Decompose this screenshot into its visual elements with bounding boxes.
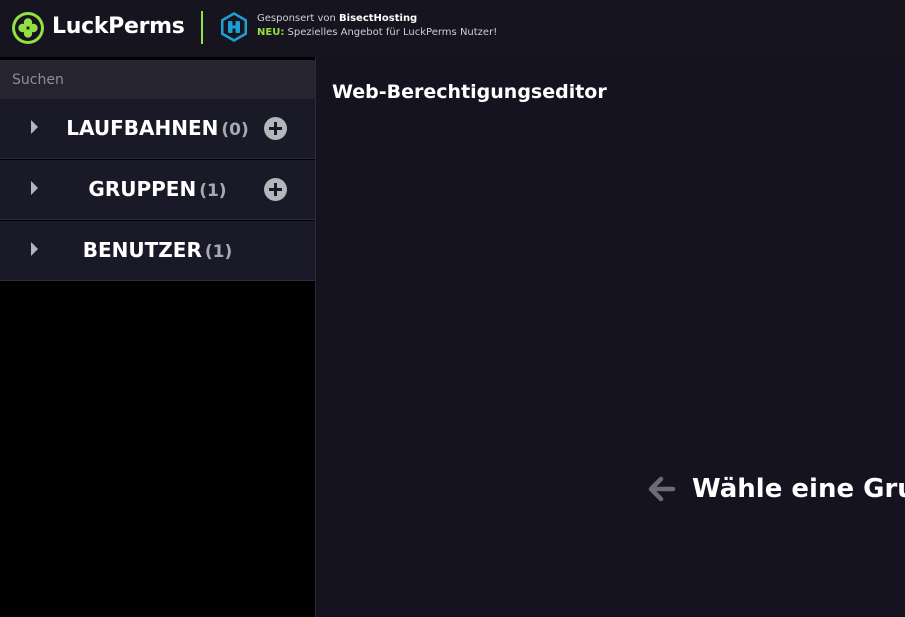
groups-count: (1) xyxy=(199,181,227,201)
sidebar-item-label: BENUTZER (1) xyxy=(36,238,279,262)
sidebar-item-users[interactable]: BENUTZER (1) xyxy=(0,221,315,281)
page-title: Web-Berechtigungseditor xyxy=(332,81,607,103)
groups-label: GRUPPEN xyxy=(88,177,197,201)
empty-state-hint: Wähle eine Gruppe oder einen Benutzer xyxy=(646,474,905,504)
hint-text: Wähle eine Gruppe oder einen Benutzer xyxy=(692,474,905,504)
users-count: (1) xyxy=(204,242,233,262)
new-badge: NEU: xyxy=(257,27,285,38)
sidebar-item-label: LAUFBAHNEN (0) xyxy=(36,116,279,140)
top-header: LuckPerms Gesponsert von BisectHosting N… xyxy=(0,0,905,57)
bisecthosting-icon[interactable] xyxy=(218,11,250,43)
offer-text: Spezielles Angebot für LuckPerms Nutzer! xyxy=(284,27,498,38)
sponsor-offer[interactable]: NEU: Spezielles Angebot für LuckPerms Nu… xyxy=(257,27,497,38)
header-divider xyxy=(201,11,203,44)
main-panel: Web-Berechtigungseditor Wähle eine Grupp… xyxy=(316,57,905,617)
sponsor-prefix: Gesponsert von xyxy=(257,13,340,24)
sidebar-item-groups[interactable]: GRUPPEN (1) xyxy=(0,160,315,220)
add-track-icon[interactable] xyxy=(264,117,287,140)
sidebar-item-label: GRUPPEN (1) xyxy=(36,177,279,201)
app-name[interactable]: LuckPerms xyxy=(52,14,185,39)
users-label: BENUTZER xyxy=(82,238,202,262)
tracks-count: (0) xyxy=(221,120,249,140)
clover-icon[interactable] xyxy=(12,12,44,44)
arrow-left-icon xyxy=(648,476,676,502)
sidebar-item-tracks[interactable]: LAUFBAHNEN (0) xyxy=(0,99,315,159)
add-group-icon[interactable] xyxy=(264,178,287,201)
sidebar: LAUFBAHNEN(0) GRUPPEN(1) BENUTZER(1) xyxy=(0,57,316,617)
sponsor-name: BisectHosting xyxy=(339,13,418,24)
sponsor-line[interactable]: Gesponsert von BisectHosting xyxy=(257,13,417,24)
tracks-label: LAUFBAHNEN xyxy=(66,116,219,140)
search-input[interactable] xyxy=(0,60,315,99)
